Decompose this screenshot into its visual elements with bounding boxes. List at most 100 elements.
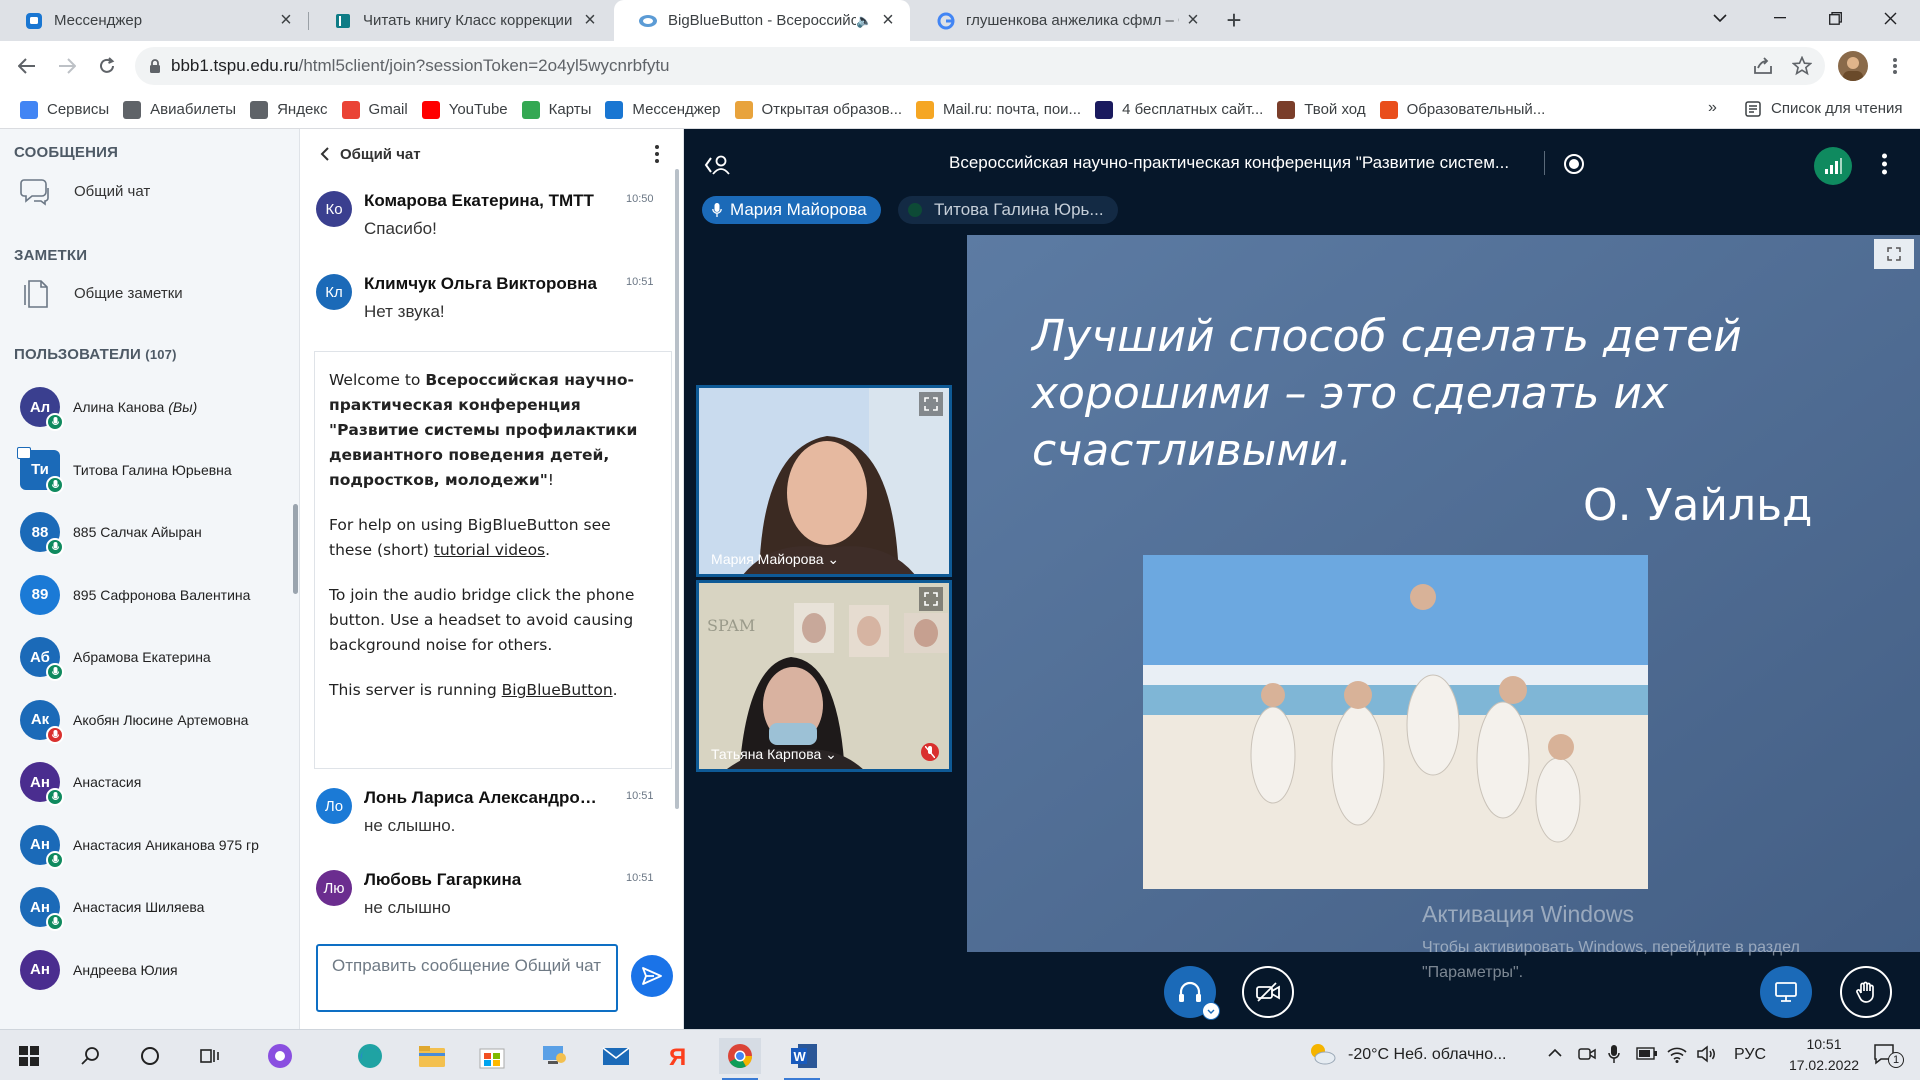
tab-book[interactable]: Читать книгу Класс коррекции × (309, 0, 612, 41)
talking-indicator-active[interactable]: Мария Майорова (702, 196, 881, 224)
user-list-item[interactable]: Ти Титова Галина Юрьевна (17, 446, 232, 494)
sidebar-item-public-chat[interactable]: Общий чат (20, 175, 150, 207)
bookmark-item[interactable]: Gmail (341, 100, 408, 119)
webcam-tile[interactable]: SPAM Татьяна Карпова ⌄ (696, 580, 952, 772)
lock-icon[interactable] (149, 58, 161, 74)
webcam-user-label[interactable]: Татьяна Карпова ⌄ (711, 746, 837, 763)
fullscreen-expand-icon[interactable] (919, 587, 943, 611)
bookmark-item[interactable]: Карты (521, 100, 591, 119)
user-list-item[interactable]: 88 885 Салчак Айыран (20, 510, 202, 556)
audio-options-chevron-icon[interactable] (1202, 1002, 1220, 1020)
reload-button[interactable] (92, 51, 122, 81)
users-toggle-icon[interactable] (704, 154, 732, 176)
bookmark-item[interactable]: YouTube (421, 100, 508, 119)
tab-search-icon[interactable] (1690, 0, 1750, 36)
share-screen-button[interactable] (1760, 966, 1812, 1018)
tab-google[interactable]: глушенкова анжелика сфмл – G × (912, 0, 1215, 41)
user-list-item[interactable]: Аб Абрамова Екатерина (20, 635, 211, 681)
bookmark-item[interactable]: Яндекс (250, 100, 328, 119)
bookmarks-more-button[interactable]: » (1708, 99, 1717, 117)
new-tab-button[interactable]: + (1220, 5, 1248, 35)
chat-title[interactable]: Общий чат (340, 146, 421, 163)
address-bar[interactable]: bbb1.tspu.edu.ru/html5client/join?sessio… (135, 47, 1825, 85)
audio-headset-button[interactable] (1164, 966, 1220, 1020)
back-button[interactable] (12, 51, 42, 81)
task-view-icon[interactable] (192, 1038, 228, 1074)
bookmark-item[interactable]: Образовательный... (1379, 100, 1545, 119)
close-tab-icon[interactable]: × (576, 7, 604, 35)
slide-fullscreen-icon[interactable] (1874, 239, 1914, 269)
word-icon[interactable]: W (786, 1038, 822, 1074)
microphone-tray-icon[interactable] (1608, 1044, 1620, 1064)
minimize-button[interactable] (1750, 0, 1810, 36)
meeting-options-icon[interactable] (1882, 153, 1887, 175)
edge-browser-icon[interactable] (352, 1038, 388, 1074)
user-list-item[interactable]: Ан Анастасия Шиляева (20, 885, 204, 931)
share-icon[interactable] (1748, 51, 1778, 81)
meet-now-icon[interactable] (1578, 1045, 1596, 1063)
reading-list-button[interactable]: Список для чтения (1745, 100, 1903, 117)
bigbluebutton-link[interactable]: BigBlueButton (502, 681, 613, 699)
bookmark-item[interactable]: Авиабилеты (123, 100, 236, 119)
close-tab-icon[interactable]: × (874, 7, 902, 35)
bookmark-item[interactable]: Открытая образов... (734, 100, 902, 119)
user-list-item[interactable]: 89 895 Сафронова Валентина (20, 573, 250, 617)
wifi-icon[interactable] (1666, 1045, 1688, 1063)
fullscreen-expand-icon[interactable] (919, 392, 943, 416)
close-tab-icon[interactable]: × (1179, 7, 1207, 35)
user-list-item[interactable]: Ак Акобян Люсине Артемовна (20, 698, 248, 744)
browser-menu-icon[interactable] (1880, 51, 1910, 81)
profile-avatar[interactable] (1838, 51, 1868, 81)
maximize-button[interactable] (1805, 0, 1865, 36)
user-list-item[interactable]: Ал Алина Канова (Вы) (20, 385, 197, 431)
clock[interactable]: 10:51 17.02.2022 (1778, 1034, 1870, 1076)
cortana-icon[interactable] (132, 1038, 168, 1074)
bookmark-item[interactable]: Сервисы (20, 100, 109, 119)
input-language[interactable]: РУС (1734, 1046, 1766, 1064)
microsoft-store-icon[interactable] (474, 1038, 510, 1074)
computer-user-icon[interactable] (536, 1038, 572, 1074)
speaker-audio-icon[interactable]: 🔈 (856, 13, 874, 29)
search-icon[interactable] (72, 1038, 108, 1074)
close-tab-icon[interactable]: × (272, 7, 300, 35)
connection-status-button[interactable] (1814, 147, 1852, 185)
send-message-button[interactable] (631, 955, 673, 997)
chevron-left-icon[interactable] (320, 147, 330, 161)
tab-bigbluebutton[interactable]: BigBlueButton - Всероссийс 🔈 × (614, 0, 910, 41)
windows-start-icon[interactable] (11, 1038, 47, 1074)
tutorial-videos-link[interactable]: tutorial videos (434, 541, 545, 559)
bookmark-item[interactable]: Твой ход (1277, 100, 1366, 119)
chat-message-input[interactable]: Отправить сообщение Общий чат (316, 944, 618, 1012)
close-window-button[interactable] (1860, 0, 1920, 36)
user-list-scrollbar[interactable] (293, 504, 298, 594)
chrome-icon[interactable] (719, 1038, 761, 1074)
file-explorer-icon[interactable] (414, 1038, 450, 1074)
chat-scrollbar[interactable] (675, 169, 679, 809)
bookmark-item[interactable]: Мессенджер (605, 100, 721, 119)
bookmark-item[interactable]: 4 бесплатных сайт... (1095, 100, 1263, 119)
sidebar-item-shared-notes[interactable]: Общие заметки (20, 277, 183, 309)
alice-assistant-icon[interactable] (262, 1038, 298, 1074)
show-hidden-icons-chevron[interactable] (1548, 1048, 1562, 1057)
bookmark-item[interactable]: Mail.ru: почта, пои... (916, 100, 1081, 119)
mail-icon[interactable] (598, 1038, 634, 1074)
share-webcam-button[interactable] (1242, 966, 1294, 1018)
volume-icon[interactable] (1696, 1045, 1718, 1063)
talking-indicator[interactable]: Титова Галина Юрь... (898, 196, 1118, 224)
recording-indicator-icon[interactable] (1563, 153, 1585, 175)
weather-text[interactable]: -20°C Неб. облачно... (1348, 1046, 1506, 1064)
url-text[interactable]: bbb1.tspu.edu.ru/html5client/join?sessio… (171, 56, 670, 76)
battery-icon[interactable] (1636, 1047, 1658, 1060)
user-list-item[interactable]: Ан Андреева Юлия (20, 948, 178, 992)
tab-messenger[interactable]: Мессенджер × (0, 0, 308, 41)
user-list-item[interactable]: Ан Анастасия (20, 760, 141, 806)
user-list-item[interactable]: Ан Анастасия Аниканова 975 гр (20, 823, 259, 869)
yandex-browser-icon[interactable]: Я (660, 1038, 696, 1074)
chat-options-icon[interactable] (655, 145, 659, 163)
weather-icon[interactable] (1308, 1042, 1336, 1066)
forward-button[interactable] (52, 51, 82, 81)
raise-hand-button[interactable] (1840, 966, 1892, 1018)
bookmark-star-icon[interactable] (1787, 51, 1817, 81)
webcam-tile[interactable]: Мария Майорова ⌄ (696, 385, 952, 577)
webcam-user-label[interactable]: Мария Майорова ⌄ (711, 551, 839, 568)
